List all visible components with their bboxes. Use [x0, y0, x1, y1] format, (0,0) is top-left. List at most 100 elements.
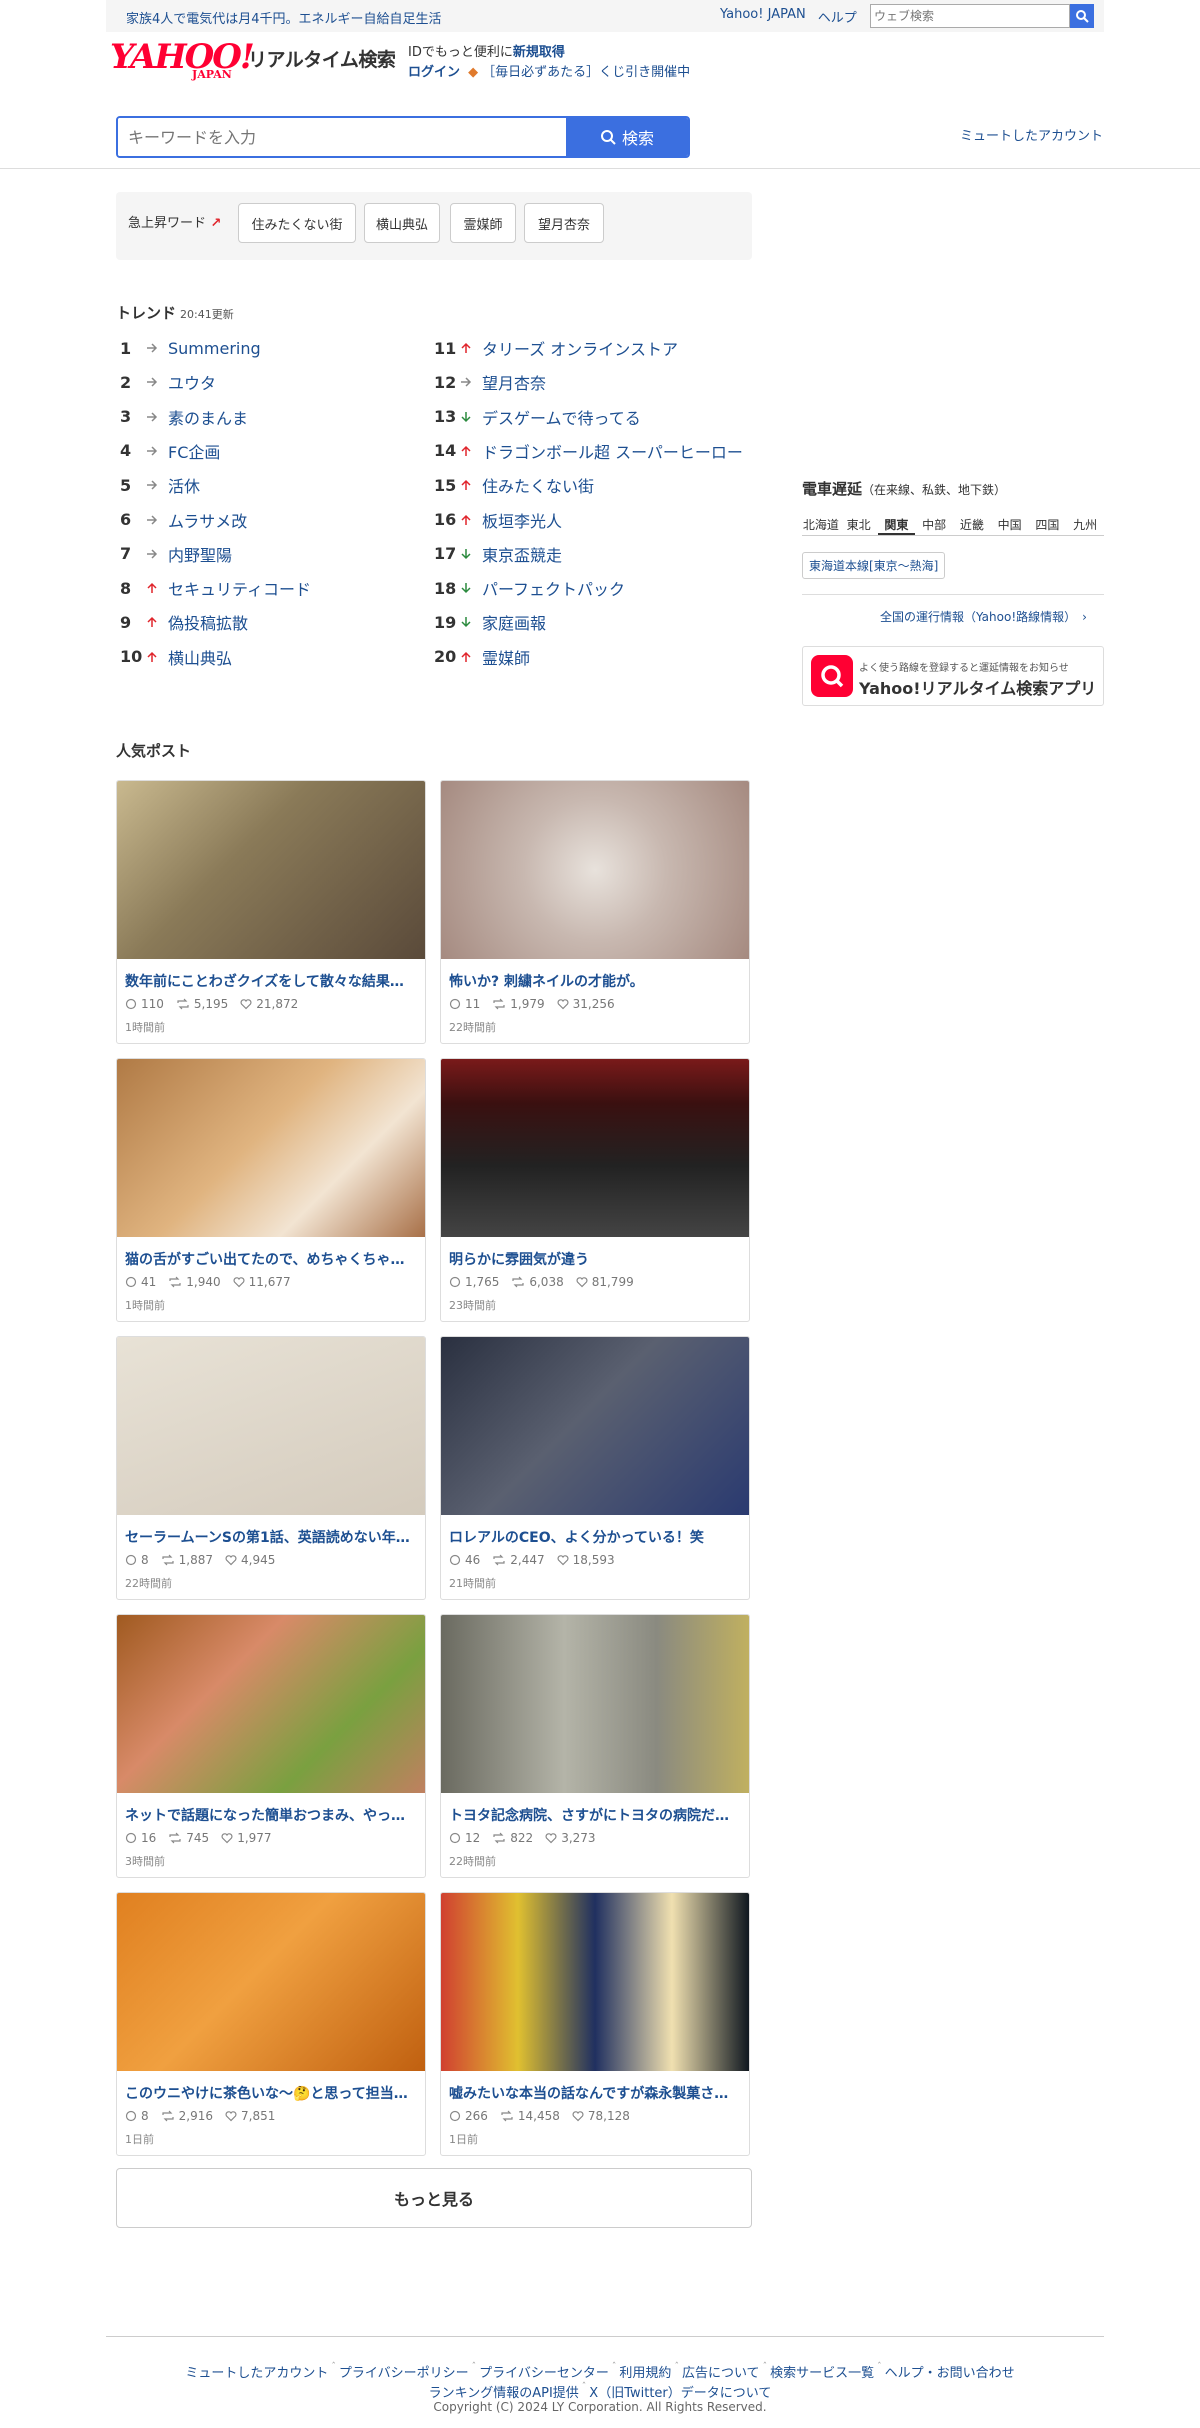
rising-word-chip[interactable]: 望月杏奈: [524, 203, 604, 243]
post-title[interactable]: 怖いか? 刺繍ネイルの才能が。: [449, 971, 745, 991]
tab-chubu[interactable]: 中部: [915, 512, 953, 535]
post-image[interactable]: [441, 1615, 749, 1793]
post-image[interactable]: [441, 1893, 749, 2071]
post-card[interactable]: セーラームーンSの第1話、英語読めない年… 8 1,887 4,945 22時間前: [116, 1336, 426, 1600]
trend-item[interactable]: 15 住みたくない街: [434, 473, 594, 497]
app-banner[interactable]: よく使う路線を登録すると運延情報をお知らせ Yahoo!リアルタイム検索アプリ: [802, 646, 1104, 706]
post-title[interactable]: 嘘みたいな本当の話なんですが森永製菓さ…: [449, 2083, 745, 2103]
rising-word-chip[interactable]: 横山典弘: [364, 203, 440, 243]
post-image[interactable]: [117, 1893, 425, 2071]
footer-link[interactable]: 利用規約: [619, 2366, 671, 2381]
register-link[interactable]: 新規取得: [513, 45, 565, 60]
yahoo-logo[interactable]: YAHOO! JAPAN: [110, 40, 270, 82]
yahoo-japan-link[interactable]: Yahoo! JAPAN: [720, 7, 806, 26]
tab-kinki[interactable]: 近畿: [953, 512, 991, 535]
promo-link[interactable]: 家族4人で電気代は月4千円。エネルギー自給自足生活: [126, 8, 442, 27]
post-card[interactable]: 嘘みたいな本当の話なんですが森永製菓さ… 266 14,458 78,128 1日前: [440, 1892, 750, 2156]
search-input[interactable]: [118, 118, 566, 156]
footer-link[interactable]: ミュートしたアカウント: [185, 2366, 328, 2381]
post-card[interactable]: 明らかに雰囲気が違う 1,765 6,038 81,799 23時間前: [440, 1058, 750, 1322]
login-link[interactable]: ログイン: [408, 65, 460, 80]
lottery-link[interactable]: ［毎日必ずあたる］くじ引き開催中: [482, 65, 690, 80]
trend-heading: トレンド 20:41更新: [116, 304, 234, 322]
post-title[interactable]: このウニやけに茶色いな〜🤔と思って担当に…: [125, 2083, 421, 2103]
repost-count: 1,979: [492, 997, 545, 1011]
repost-count: 745: [168, 1831, 209, 1845]
muted-accounts-link[interactable]: ミュートしたアカウント: [960, 125, 1103, 144]
trend-item[interactable]: 12 望月杏奈: [434, 370, 546, 394]
rising-word-chip[interactable]: 住みたくない街: [238, 203, 356, 243]
trend-item[interactable]: 4 FC企画: [120, 439, 220, 463]
rising-word-chip[interactable]: 霊媒師: [450, 203, 516, 243]
repost-icon: [501, 2110, 513, 2122]
trend-item[interactable]: 1 Summering: [120, 336, 261, 360]
post-card[interactable]: 猫の舌がすごい出てたので、めちゃくちゃ… 41 1,940 11,677 1時間前: [116, 1058, 426, 1322]
post-image[interactable]: [117, 1337, 425, 1515]
tab-hokkaido[interactable]: 北海道: [802, 512, 840, 535]
post-title[interactable]: 猫の舌がすごい出てたので、めちゃくちゃ…: [125, 1249, 421, 1269]
tab-kanto[interactable]: 関東: [877, 512, 916, 535]
trend-item[interactable]: 14 ドラゴンボール超 スーパーヒーロー: [434, 439, 743, 463]
help-link[interactable]: ヘルプ: [818, 7, 857, 26]
post-image[interactable]: [441, 1059, 749, 1237]
footer-link[interactable]: ランキング情報のAPI提供: [429, 2386, 579, 2401]
trend-item[interactable]: 3 素のまんま: [120, 405, 248, 429]
post-title[interactable]: 明らかに雰囲気が違う: [449, 1249, 745, 1269]
trend-item[interactable]: 17 東京盃競走: [434, 542, 562, 566]
footer-link[interactable]: 検索サービス一覧: [770, 2366, 874, 2381]
footer-link[interactable]: X（旧Twitter）データについて: [589, 2386, 771, 2401]
tab-chugoku[interactable]: 中国: [991, 512, 1029, 535]
heart-icon: [572, 2111, 584, 2122]
trend-item[interactable]: 6 ムラサメ改: [120, 508, 247, 532]
footer-link[interactable]: プライバシーポリシー: [339, 2366, 469, 2381]
post-title[interactable]: 数年前にことわざクイズをして散々な結果…: [125, 971, 421, 991]
search-button[interactable]: 検索: [566, 118, 688, 156]
post-image[interactable]: [117, 781, 425, 959]
route-info-link[interactable]: 全国の運行情報（Yahoo!路線情報） ›: [880, 608, 1087, 625]
reply-icon: [125, 2110, 137, 2122]
footer-link[interactable]: ヘルプ・お問い合わせ: [885, 2366, 1015, 2381]
arrow-up-icon: [460, 651, 482, 663]
trend-item[interactable]: 13 デスゲームで待ってる: [434, 405, 641, 429]
trend-item[interactable]: 16 板垣李光人: [434, 508, 562, 532]
post-title[interactable]: ネットで話題になった簡単おつまみ、やっ…: [125, 1805, 421, 1825]
tab-shikoku[interactable]: 四国: [1029, 512, 1067, 535]
footer-link[interactable]: 広告について: [682, 2366, 760, 2381]
trend-word: 霊媒師: [482, 648, 531, 668]
post-card[interactable]: このウニやけに茶色いな〜🤔と思って担当に… 8 2,916 7,851 1日前: [116, 1892, 426, 2156]
post-title[interactable]: ロレアルのCEO、よく分かっている！笑: [449, 1527, 745, 1547]
footer-link[interactable]: プライバシーセンター: [479, 2366, 609, 2381]
web-search-input[interactable]: [870, 4, 1070, 28]
trend-item[interactable]: 20 霊媒師: [434, 645, 530, 669]
post-card[interactable]: ネットで話題になった簡単おつまみ、やっ… 16 745 1,977 3時間前: [116, 1614, 426, 1878]
tab-kyushu[interactable]: 九州: [1066, 512, 1104, 535]
trend-item[interactable]: 9 偽投稿拡散: [120, 610, 248, 634]
post-image[interactable]: [117, 1059, 425, 1237]
post-image[interactable]: [441, 1337, 749, 1515]
trend-item[interactable]: 7 内野聖陽: [120, 542, 232, 566]
web-search-button[interactable]: [1070, 4, 1094, 28]
trend-item[interactable]: 11 タリーズ オンラインストア: [434, 336, 678, 360]
tab-tohoku[interactable]: 東北: [840, 512, 878, 535]
repost-icon: [162, 1554, 174, 1566]
post-image[interactable]: [117, 1615, 425, 1793]
trend-word: 望月杏奈: [482, 374, 547, 394]
delayed-line-link[interactable]: 東海道本線[東京〜熱海]: [802, 552, 946, 579]
more-button[interactable]: もっと見る: [116, 2168, 752, 2228]
heart-icon: [545, 1833, 557, 1844]
post-title[interactable]: セーラームーンSの第1話、英語読めない年…: [125, 1527, 421, 1547]
trend-item[interactable]: 8 セキュリティコード: [120, 576, 311, 600]
trend-item[interactable]: 5 活休: [120, 473, 200, 497]
post-card[interactable]: トヨタ記念病院、さすがにトヨタの病院だ… 12 822 3,273 22時間前: [440, 1614, 750, 1878]
post-image[interactable]: [441, 781, 749, 959]
post-card[interactable]: ロレアルのCEO、よく分かっている！笑 46 2,447 18,593 21時間前: [440, 1336, 750, 1600]
post-title[interactable]: トヨタ記念病院、さすがにトヨタの病院だ…: [449, 1805, 745, 1825]
trend-item[interactable]: 18 パーフェクトパック: [434, 576, 625, 600]
trend-rank: 14: [434, 441, 457, 461]
arrow-down-icon: [460, 616, 482, 628]
trend-item[interactable]: 19 家庭画報: [434, 610, 546, 634]
trend-item[interactable]: 10 横山典弘: [120, 645, 232, 669]
post-card[interactable]: 怖いか? 刺繍ネイルの才能が。 11 1,979 31,256 22時間前: [440, 780, 750, 1044]
trend-item[interactable]: 2 ユウタ: [120, 370, 216, 394]
post-card[interactable]: 数年前にことわざクイズをして散々な結果… 110 5,195 21,872 1時間前: [116, 780, 426, 1044]
